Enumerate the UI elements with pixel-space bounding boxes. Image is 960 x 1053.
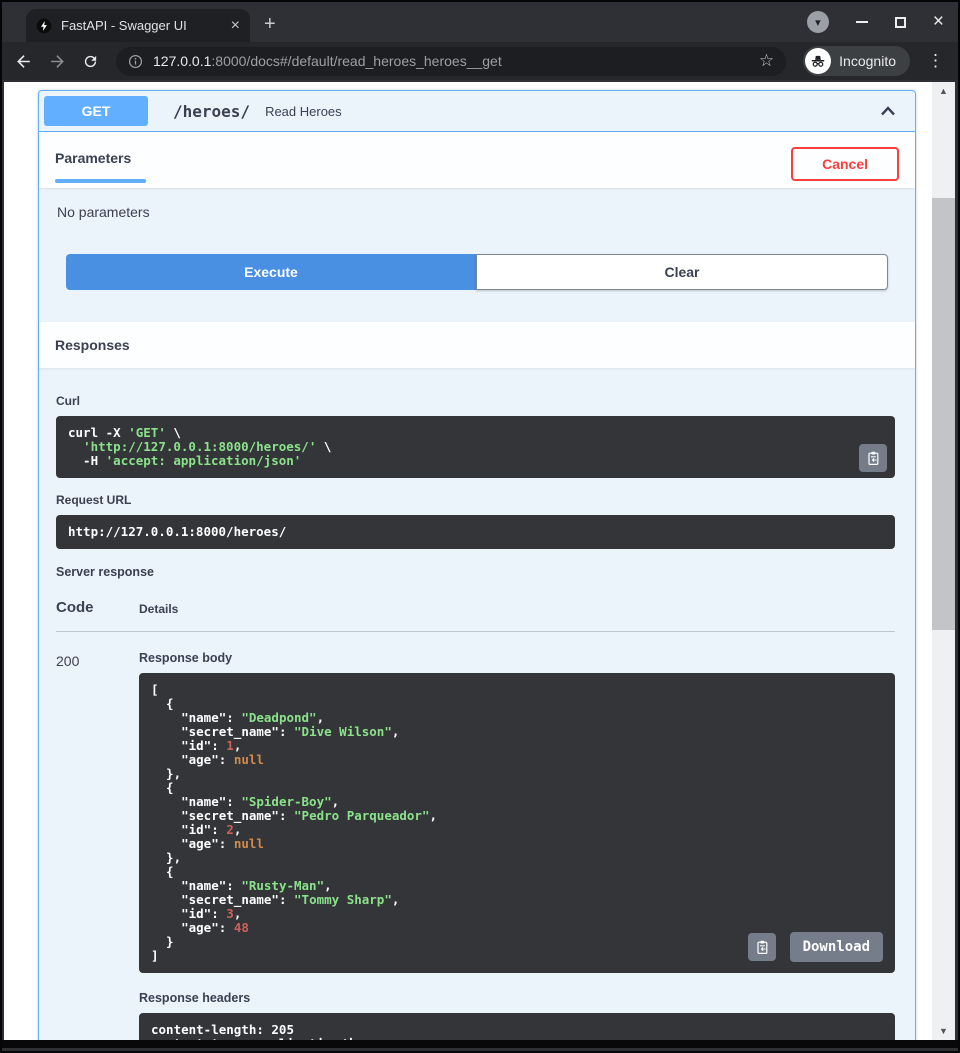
request-url-label: Request URL	[56, 493, 895, 507]
responses-section-header: Responses	[39, 322, 915, 368]
details-column-header: Details	[139, 599, 895, 616]
incognito-icon	[805, 48, 831, 74]
kebab-menu-icon[interactable]: ⋮	[927, 51, 944, 71]
swagger-page: GET /heroes/ Read Heroes Parameters Canc…	[4, 82, 936, 1040]
tab-list-caret-icon[interactable]: ▾	[807, 11, 829, 33]
request-url-value: http://127.0.0.1:8000/heroes/	[68, 525, 883, 539]
tab-title: FastAPI - Swagger UI	[61, 18, 222, 33]
curl-command-block: curl -X 'GET' \ 'http://127.0.0.1:8000/h…	[56, 416, 895, 478]
parameters-title: Parameters	[55, 150, 131, 166]
site-info-icon[interactable]	[128, 54, 143, 69]
code-column-header: Code	[56, 599, 139, 616]
browser-tab[interactable]: FastAPI - Swagger UI ×	[26, 9, 250, 42]
no-parameters-text: No parameters	[39, 188, 915, 252]
reload-button[interactable]	[82, 53, 99, 70]
scrollbar-thumb[interactable]	[932, 198, 955, 630]
incognito-badge: Incognito	[803, 46, 910, 76]
opblock-get-heroes: GET /heroes/ Read Heroes Parameters Canc…	[38, 90, 916, 1040]
endpoint-description: Read Heroes	[265, 104, 342, 119]
forward-button[interactable]	[48, 52, 67, 71]
endpoint-path: /heroes/	[173, 102, 250, 121]
cancel-button[interactable]: Cancel	[791, 147, 899, 181]
active-tab-underline	[55, 179, 146, 183]
endpoint-summary[interactable]: GET /heroes/ Read Heroes	[39, 91, 915, 132]
status-code: 200	[56, 645, 139, 1040]
incognito-label: Incognito	[839, 53, 896, 69]
response-table-header: Code Details	[56, 599, 895, 632]
responses-body: Curl curl -X 'GET' \ 'http://127.0.0.1:8…	[39, 368, 915, 1040]
browser-window: FastAPI - Swagger UI × + ▾ × 127.0.0.1:8…	[0, 0, 960, 1053]
curl-label: Curl	[56, 394, 895, 408]
server-response-label: Server response	[56, 565, 895, 579]
new-tab-button[interactable]: +	[264, 14, 276, 34]
window-close-button[interactable]: ×	[933, 15, 944, 29]
maximize-button[interactable]	[895, 17, 906, 28]
response-body-label: Response body	[139, 651, 895, 665]
copy-response-button[interactable]	[748, 933, 776, 961]
response-row: 200 Response body [ { "name": "Deadpond"…	[56, 645, 895, 1040]
fastapi-logo-icon	[36, 18, 52, 34]
scrollbar[interactable]: ▲ ▼	[932, 82, 955, 1040]
scroll-down-arrow-icon[interactable]: ▼	[932, 1026, 955, 1036]
minimize-button[interactable]	[856, 21, 868, 23]
execute-wrapper: Execute Clear	[39, 252, 915, 322]
back-button[interactable]	[14, 52, 33, 71]
browser-toolbar: 127.0.0.1:8000/docs#/default/read_heroes…	[2, 42, 958, 80]
response-headers-block: content-length: 205content-type: applica…	[139, 1013, 895, 1040]
scroll-up-arrow-icon[interactable]: ▲	[932, 86, 955, 96]
collapse-chevron-icon[interactable]	[878, 102, 898, 120]
tab-bar: FastAPI - Swagger UI × + ▾ ×	[2, 2, 958, 42]
request-url-block: http://127.0.0.1:8000/heroes/	[56, 515, 895, 549]
clear-button[interactable]: Clear	[476, 254, 888, 290]
tab-close-icon[interactable]: ×	[231, 18, 240, 34]
response-details-cell: Response body [ { "name": "Deadpond", "s…	[139, 645, 895, 1040]
url-text: 127.0.0.1:8000/docs#/default/read_heroes…	[153, 53, 749, 69]
address-bar[interactable]: 127.0.0.1:8000/docs#/default/read_heroes…	[116, 47, 786, 76]
http-method-badge: GET	[44, 96, 148, 126]
bookmark-star-icon[interactable]: ☆	[759, 51, 774, 71]
window-bottom-edge	[2, 1040, 958, 1051]
response-headers-label: Response headers	[139, 991, 895, 1005]
tab-parameters: Parameters	[55, 142, 146, 183]
response-body-block: [ { "name": "Deadpond", "secret_name": "…	[139, 673, 895, 973]
download-button[interactable]: Download	[790, 932, 883, 962]
parameters-header: Parameters Cancel	[39, 132, 915, 188]
copy-curl-button[interactable]	[859, 444, 887, 472]
execute-button[interactable]: Execute	[66, 254, 476, 290]
